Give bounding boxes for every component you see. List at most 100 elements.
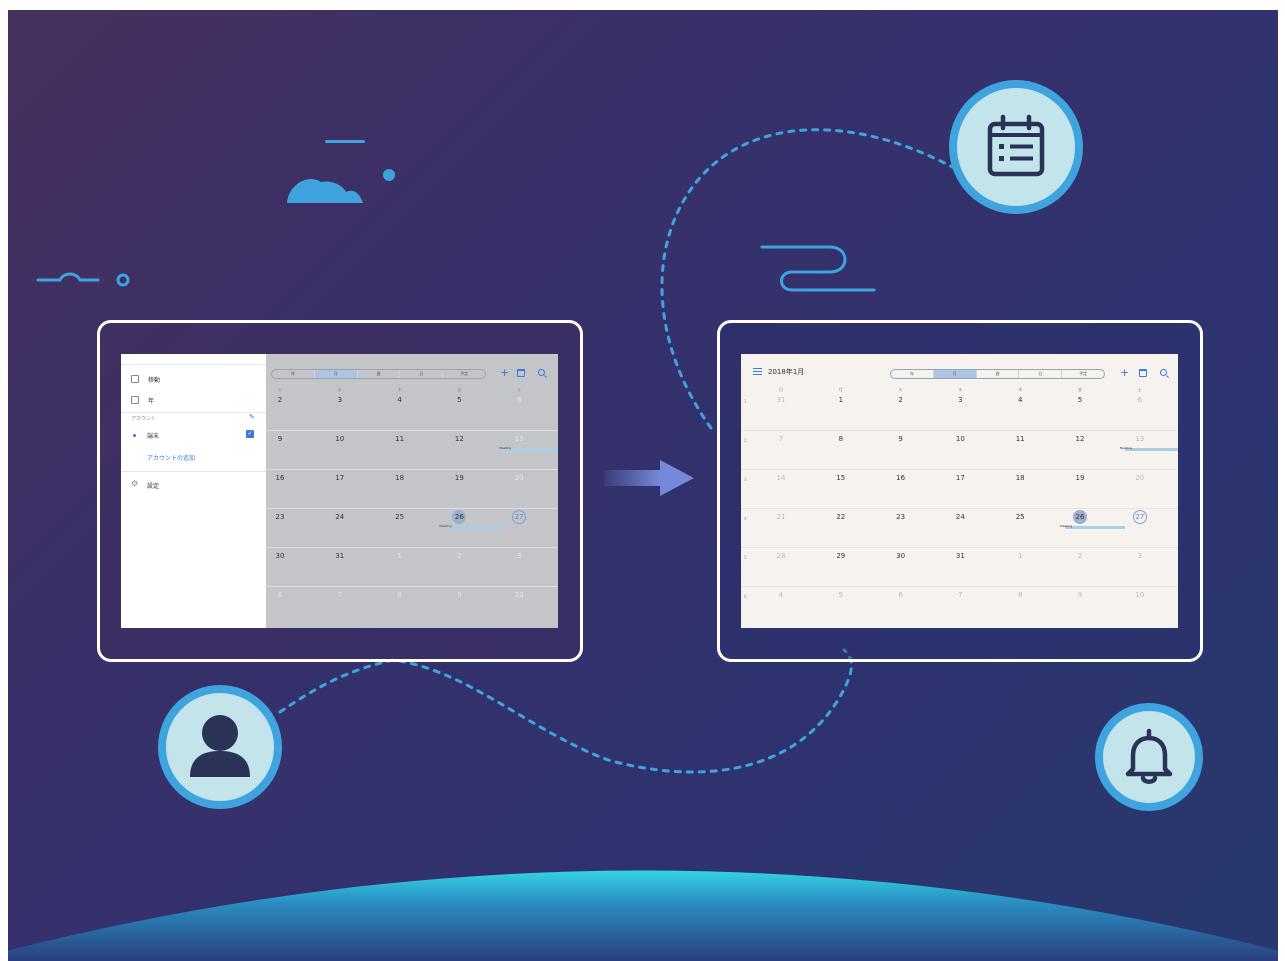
view-tab[interactable]: 日 [1019, 370, 1063, 378]
day-cell[interactable]: 31 [328, 552, 352, 560]
view-tab[interactable]: 予定 [443, 370, 485, 378]
day-cell[interactable]: 9 [889, 435, 913, 443]
day-cell[interactable]: 21 [769, 513, 793, 521]
day-cell[interactable]: 10 [328, 435, 352, 443]
day-cell[interactable]: 6 [268, 591, 292, 599]
day-cell[interactable]: 20 [507, 474, 531, 482]
day-cell[interactable]: 19 [1068, 474, 1092, 482]
day-cell[interactable]: 2 [447, 552, 471, 560]
day-cell[interactable]: 8 [1008, 591, 1032, 599]
view-switcher[interactable]: 年月週日予定 [271, 369, 486, 379]
day-cell[interactable]: 9 [1068, 591, 1092, 599]
day-cell[interactable]: 9 [447, 591, 471, 599]
day-cell[interactable]: 13 [507, 435, 531, 443]
day-cell[interactable]: 18 [388, 474, 412, 482]
day-cell[interactable]: 19 [447, 474, 471, 482]
view-tab[interactable]: 月 [933, 370, 977, 378]
day-cell[interactable]: 5 [1068, 396, 1092, 404]
day-cell[interactable]: 8 [388, 591, 412, 599]
day-cell[interactable]: 25 [1008, 513, 1032, 521]
day-cell[interactable]: 3 [1128, 552, 1152, 560]
day-cell[interactable]: 31 [948, 552, 972, 560]
day-cell[interactable]: 3 [328, 396, 352, 404]
view-tab[interactable]: 月 [314, 370, 358, 378]
view-tab[interactable]: 年 [272, 370, 315, 378]
view-switcher[interactable]: 年月週日予定 [890, 369, 1105, 379]
day-cell[interactable]: 12 [447, 435, 471, 443]
menu-icon[interactable] [753, 368, 762, 375]
day-cell[interactable]: 5 [447, 396, 471, 404]
day-cell[interactable]: 12 [1068, 435, 1092, 443]
day-cell[interactable]: 7 [328, 591, 352, 599]
day-cell[interactable]: 25 [388, 513, 412, 521]
day-cell[interactable]: 26 [447, 513, 471, 521]
day-cell[interactable]: 18 [1008, 474, 1032, 482]
event-bar[interactable] [1124, 448, 1178, 451]
day-cell[interactable]: 31 [769, 396, 793, 404]
day-cell[interactable]: 7 [769, 435, 793, 443]
day-cell[interactable]: 11 [1008, 435, 1032, 443]
add-account-link[interactable]: アカウントの追加 [147, 453, 195, 462]
day-cell[interactable]: 3 [948, 396, 972, 404]
add-event-icon[interactable]: + [500, 367, 509, 378]
day-cell[interactable]: 24 [948, 513, 972, 521]
settings-label[interactable]: 設定 [147, 481, 159, 490]
view-tab[interactable]: 予定 [1062, 370, 1104, 378]
day-cell[interactable]: 27 [507, 513, 531, 521]
gear-icon[interactable]: ⚙ [131, 479, 138, 488]
day-cell[interactable]: 1 [1008, 552, 1032, 560]
day-cell[interactable]: 2 [1068, 552, 1092, 560]
day-cell[interactable]: 2 [268, 396, 292, 404]
view-tab[interactable]: 日 [400, 370, 444, 378]
day-cell[interactable]: 11 [388, 435, 412, 443]
add-event-icon[interactable]: + [1120, 367, 1129, 378]
day-cell[interactable]: 2 [889, 396, 913, 404]
day-cell[interactable]: 10 [507, 591, 531, 599]
day-cell[interactable]: 14 [769, 474, 793, 482]
day-cell[interactable]: 4 [388, 396, 412, 404]
day-cell[interactable]: 1 [829, 396, 853, 404]
day-cell[interactable]: 9 [268, 435, 292, 443]
day-cell[interactable]: 10 [948, 435, 972, 443]
day-cell[interactable]: 4 [1008, 396, 1032, 404]
day-cell[interactable]: 29 [829, 552, 853, 560]
day-cell[interactable]: 23 [268, 513, 292, 521]
day-cell[interactable]: 16 [268, 474, 292, 482]
day-cell[interactable]: 3 [507, 552, 531, 560]
day-cell[interactable]: 24 [328, 513, 352, 521]
day-cell[interactable]: 30 [889, 552, 913, 560]
account-checkbox[interactable]: ✓ [246, 430, 254, 438]
today-calendar-icon[interactable] [1139, 369, 1147, 377]
day-cell[interactable]: 28 [769, 552, 793, 560]
day-cell[interactable]: 23 [889, 513, 913, 521]
view-tab[interactable]: 週 [358, 370, 401, 378]
day-cell[interactable]: 20 [1128, 474, 1152, 482]
day-cell[interactable]: 4 [769, 591, 793, 599]
event-bar[interactable] [1065, 526, 1125, 529]
day-cell[interactable]: 7 [948, 591, 972, 599]
day-cell[interactable]: 22 [829, 513, 853, 521]
event-bar[interactable] [504, 448, 558, 451]
view-tab[interactable]: 年 [891, 370, 934, 378]
search-icon[interactable] [538, 369, 545, 376]
day-cell[interactable]: 27 [1128, 513, 1152, 521]
drawer-item-year[interactable]: 年 [131, 393, 154, 407]
day-cell[interactable]: 10 [1128, 591, 1152, 599]
today-calendar-icon[interactable] [517, 369, 525, 377]
search-icon[interactable] [1160, 369, 1167, 376]
view-tab[interactable]: 週 [977, 370, 1020, 378]
day-cell[interactable]: 6 [507, 396, 531, 404]
day-cell[interactable]: 26 [1068, 513, 1092, 521]
edit-pen-icon[interactable]: ✎ [249, 413, 255, 421]
drawer-item-move[interactable]: 移動 [131, 372, 160, 386]
day-cell[interactable]: 30 [268, 552, 292, 560]
day-cell[interactable]: 17 [948, 474, 972, 482]
day-cell[interactable]: 5 [829, 591, 853, 599]
day-cell[interactable]: 16 [889, 474, 913, 482]
day-cell[interactable]: 6 [889, 591, 913, 599]
day-cell[interactable]: 15 [829, 474, 853, 482]
day-cell[interactable]: 8 [829, 435, 853, 443]
event-bar[interactable] [444, 526, 505, 529]
day-cell[interactable]: 6 [1128, 396, 1152, 404]
day-cell[interactable]: 1 [388, 552, 412, 560]
